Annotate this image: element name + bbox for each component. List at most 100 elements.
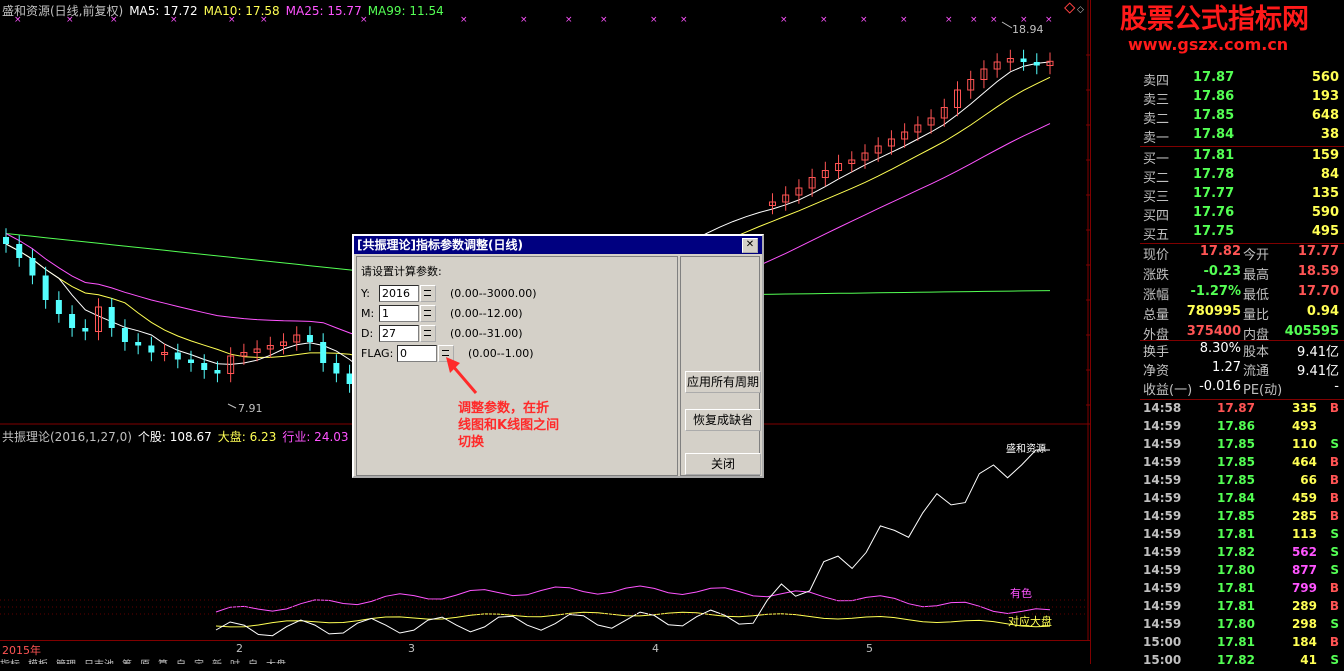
tick-price: 17.84 <box>1217 491 1255 505</box>
ask-row[interactable]: 卖一 17.84 38 <box>1143 127 1343 146</box>
ma10-value: MA10: 17.58 <box>203 4 280 18</box>
signal-marker-icon: × <box>945 15 953 25</box>
industry-value: 行业: 24.03 <box>282 430 349 444</box>
bottom-tab[interactable]: 模板 <box>28 660 48 664</box>
restore-default-button[interactable]: 恢复成缺省 <box>685 409 761 431</box>
bid-label: 买五 <box>1143 228 1170 243</box>
candle-body[interactable] <box>148 345 155 353</box>
bottom-tab[interactable]: 大盘 <box>266 660 286 664</box>
candle-body[interactable] <box>69 314 76 328</box>
bottom-tab[interactable]: 管理 <box>56 660 76 664</box>
date-label-apr: 4 <box>652 642 659 655</box>
bid-volume: 84 <box>1320 167 1339 182</box>
signal-marker-icon: × <box>860 15 868 25</box>
param-input-m[interactable]: 1 <box>379 305 419 322</box>
candle-body[interactable] <box>214 370 221 374</box>
bottom-tab[interactable]: 自 <box>176 660 186 664</box>
bottom-tab[interactable]: 定 <box>194 660 204 664</box>
param-input-y[interactable]: 2016 <box>379 285 419 302</box>
chevron-down-icon[interactable]: ◇ <box>1077 5 1084 15</box>
param-input-d[interactable]: 27 <box>379 325 419 342</box>
tick-side: B <box>1329 599 1339 613</box>
bid-row[interactable]: 买一 17.81 159 <box>1143 148 1343 167</box>
quote-value: 375400 <box>1186 324 1241 339</box>
bid-row[interactable]: 买四 17.76 590 <box>1143 205 1343 224</box>
bottom-tab[interactable]: 自 <box>248 660 258 664</box>
candle-body[interactable] <box>333 363 340 374</box>
ask-price: 17.84 <box>1193 127 1235 142</box>
candle-body[interactable] <box>16 244 23 258</box>
tick-time: 15:00 <box>1143 653 1182 667</box>
candle-body[interactable] <box>42 275 49 301</box>
ask-row[interactable]: 卖二 17.85 648 <box>1143 108 1343 127</box>
tick-volume: 66 <box>1300 473 1317 487</box>
quote-row: 涨跌 -0.23 最高 18.59 <box>1143 264 1343 284</box>
bottom-tab[interactable]: 吋 <box>230 660 240 664</box>
diamond-icon[interactable] <box>1064 2 1076 14</box>
candle-body[interactable] <box>82 328 89 332</box>
bottom-tab[interactable]: 指标 <box>0 660 20 664</box>
param-label-y: Y: <box>361 286 370 300</box>
date-axis: 2015年 2 3 4 5 <box>0 640 1090 657</box>
param-label-flag: FLAG: <box>361 346 394 360</box>
fund-label: 净资 <box>1143 364 1170 379</box>
tick-volume: 459 <box>1291 491 1317 505</box>
spinner-icon[interactable] <box>420 305 436 322</box>
bottom-tab[interactable]: 原 <box>140 660 150 664</box>
candle-body[interactable] <box>306 335 313 342</box>
param-row-d: D: 27 (0.00--31.00) <box>361 325 523 342</box>
apply-all-button[interactable]: 应用所有周期 <box>685 371 761 393</box>
tick-side: B <box>1329 473 1339 487</box>
industry-line-label: 有色 <box>1010 586 1032 600</box>
candle-body[interactable] <box>1020 58 1027 63</box>
quote-value: 17.77 <box>1297 244 1339 259</box>
candle-body[interactable] <box>3 237 9 244</box>
candle-body[interactable] <box>29 258 36 276</box>
bottom-tab[interactable]: 新 <box>212 660 222 664</box>
tick-side: S <box>1330 545 1339 559</box>
bid-label: 买二 <box>1143 171 1170 186</box>
signal-marker-icon: × <box>780 15 788 25</box>
quote-label: 最高 <box>1243 268 1270 283</box>
candle-body[interactable] <box>188 359 195 364</box>
tick-price: 17.85 <box>1217 455 1255 469</box>
ask-volume: 648 <box>1311 108 1339 123</box>
ask-row[interactable]: 卖四 17.87 560 <box>1143 70 1343 89</box>
spinner-icon[interactable] <box>420 325 436 342</box>
quote-label: 量比 <box>1243 308 1270 323</box>
fund-value: 9.41亿 <box>1297 364 1339 379</box>
candle-body[interactable] <box>135 342 142 346</box>
tick-row: 14:59 17.81 113 S <box>1143 527 1343 545</box>
candle-body[interactable] <box>108 307 115 328</box>
bottom-tabs: 指标 模板 管理 日志池 筹 原 算 自 定 新 吋 自 大盘 <box>0 656 1090 664</box>
bid-row[interactable]: 买五 17.75 495 <box>1143 224 1343 243</box>
tick-row: 14:59 17.80 298 S <box>1143 617 1343 635</box>
bottom-tab[interactable]: 筹 <box>122 660 132 664</box>
bottom-tab[interactable]: 算 <box>158 660 168 664</box>
candle-body[interactable] <box>55 300 62 314</box>
candle-body[interactable] <box>174 352 181 360</box>
tick-price: 17.80 <box>1217 617 1255 631</box>
close-button[interactable]: 关闭 <box>685 453 761 475</box>
spinner-icon[interactable] <box>420 285 436 302</box>
signal-marker-icon: × <box>520 15 528 25</box>
param-input-flag[interactable]: 0 <box>397 345 437 362</box>
close-icon[interactable]: ✕ <box>742 238 758 253</box>
tick-row: 15:00 17.82 41 S <box>1143 653 1343 671</box>
bottom-tab[interactable]: 日志池 <box>84 660 114 664</box>
tick-side: B <box>1329 401 1339 415</box>
tick-side: B <box>1329 581 1339 595</box>
watermark-url: www.gszx.com.cn <box>1128 35 1289 54</box>
ask-price: 17.86 <box>1193 89 1235 104</box>
candle-body[interactable] <box>121 328 128 342</box>
tick-price: 17.85 <box>1217 509 1255 523</box>
tick-volume: 110 <box>1291 437 1317 451</box>
bid-row[interactable]: 买二 17.78 84 <box>1143 167 1343 186</box>
candle-body[interactable] <box>1033 62 1040 66</box>
bid-row[interactable]: 买三 17.77 135 <box>1143 186 1343 205</box>
fund-value: 9.41亿 <box>1297 345 1339 360</box>
ask-row[interactable]: 卖三 17.86 193 <box>1143 89 1343 108</box>
candle-body[interactable] <box>320 342 327 363</box>
candle-body[interactable] <box>201 363 208 370</box>
ask-label: 卖二 <box>1143 112 1170 127</box>
